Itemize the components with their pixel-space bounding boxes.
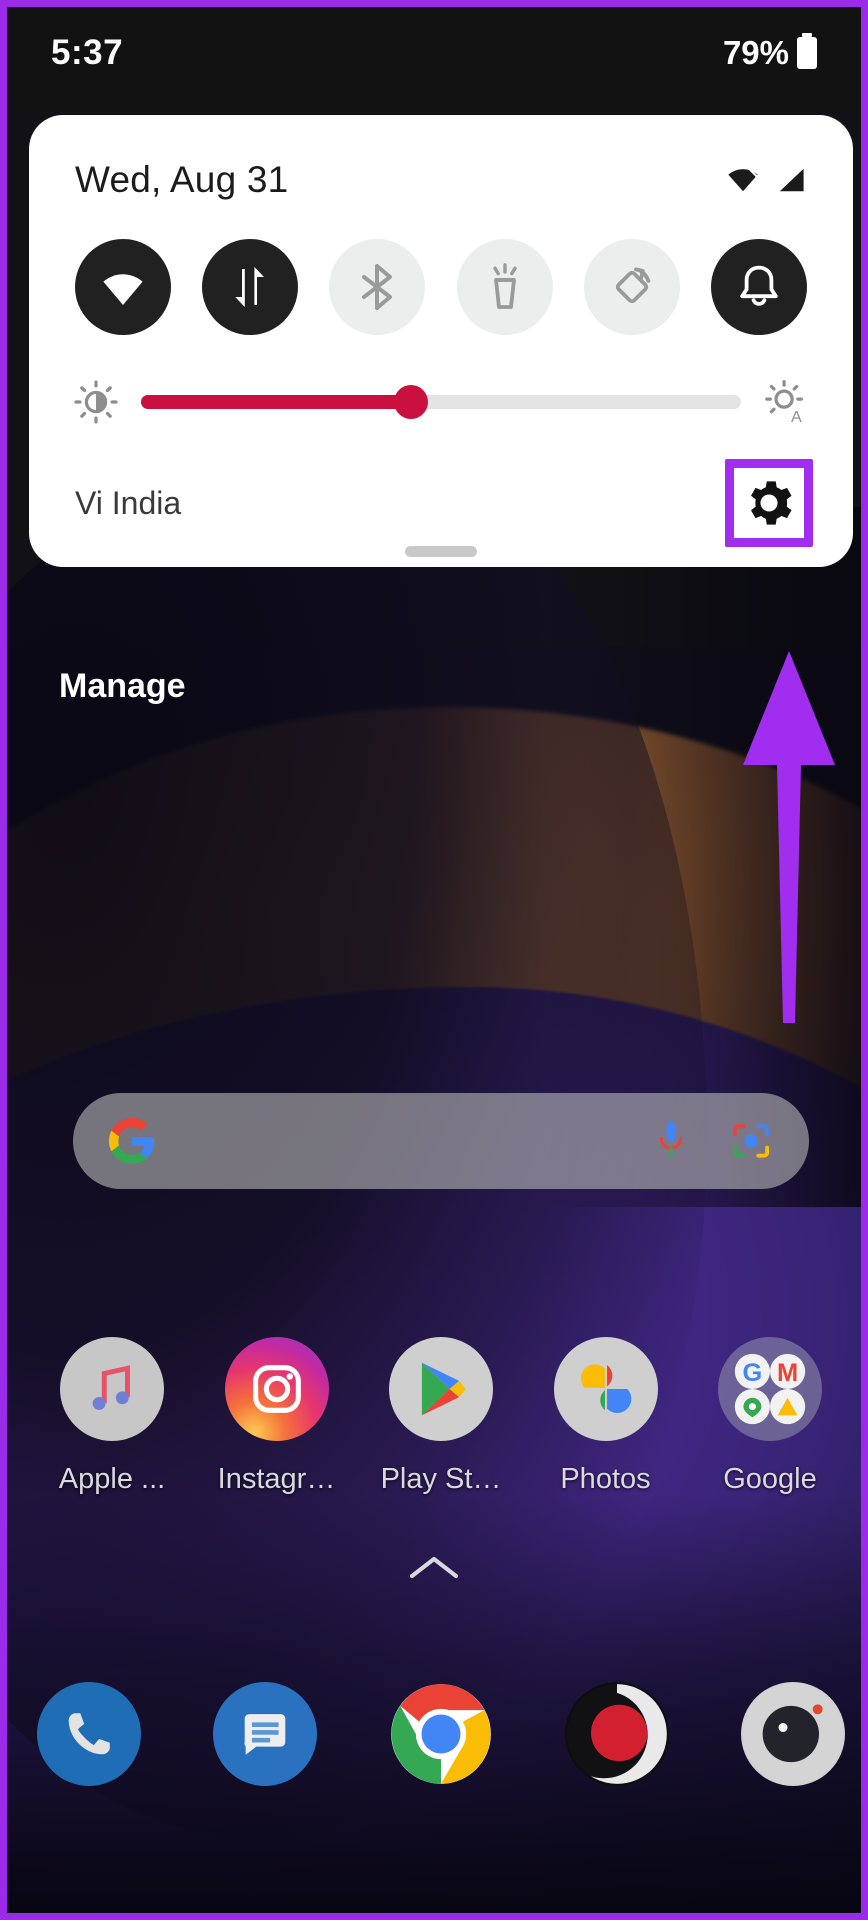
app-label: Play St…	[380, 1463, 502, 1495]
phone-icon[interactable]	[37, 1682, 141, 1786]
brightness-auto-icon: A	[765, 380, 803, 425]
wifi-icon	[103, 274, 143, 305]
brightness-slider[interactable]	[141, 385, 741, 419]
app-item[interactable]: Photos	[531, 1337, 681, 1496]
bell-icon	[740, 265, 778, 306]
svg-text:M: M	[777, 1359, 798, 1387]
camera-icon[interactable]	[565, 1682, 669, 1786]
signal-icon	[779, 168, 804, 192]
lens-aperture-icon	[743, 1684, 843, 1784]
photos-pinwheel-icon	[580, 1364, 631, 1414]
gallery-icon[interactable]	[741, 1682, 845, 1786]
quick-settings-header: Wed, Aug 31	[29, 115, 853, 201]
app-item[interactable]: G M Google	[695, 1337, 845, 1496]
svg-text:A: A	[791, 408, 802, 425]
chrome-icon[interactable]	[389, 1682, 493, 1786]
instagram-icon[interactable]	[224, 1337, 329, 1441]
app-label: Photos	[560, 1463, 651, 1495]
mobile-data-icon	[235, 267, 265, 307]
app-item[interactable]: Play St…	[366, 1337, 516, 1496]
bluetooth-icon	[362, 264, 393, 310]
folder-app-previews-icon: G M	[734, 1353, 806, 1425]
quick-settings-tiles	[29, 201, 853, 335]
play-triangle-icon	[421, 1362, 466, 1416]
app-label: Apple ...	[58, 1463, 166, 1495]
quick-settings-date: Wed, Aug 31	[75, 159, 289, 200]
auto-rotate-icon	[615, 267, 651, 304]
status-bar-right: 79%	[722, 33, 817, 72]
status-bar-time: 5:37	[51, 33, 124, 72]
brightness-low-icon	[74, 380, 118, 424]
ring-mode-tile[interactable]	[710, 239, 807, 335]
quick-settings-status-icons	[725, 166, 807, 194]
battery-percent-label: 79%	[722, 34, 789, 71]
wifi-icon	[728, 168, 759, 192]
camera-lens-icon	[567, 1684, 667, 1784]
wifi-tile[interactable]	[75, 239, 171, 335]
app-label: Google	[723, 1463, 817, 1495]
phone-screenshot: 5:37 79% Wed, Aug 31 A Vi India Manage A…	[0, 0, 868, 1920]
drag-handle[interactable]	[405, 546, 477, 557]
app-item[interactable]: Instagr…	[202, 1337, 352, 1496]
home-app-grid: Apple ... Instagr… Play St… Photos G M G…	[37, 1337, 845, 1496]
gear-icon[interactable]	[742, 476, 796, 530]
chrome-logo-icon	[391, 1684, 491, 1784]
svg-text:G: G	[743, 1359, 763, 1387]
app-label: Instagr…	[217, 1463, 336, 1495]
google-photos-icon[interactable]	[553, 1337, 658, 1441]
bluetooth-tile[interactable]	[329, 239, 426, 335]
app-item[interactable]: Apple ...	[37, 1337, 187, 1496]
instagram-glyph-icon	[252, 1365, 301, 1413]
quick-settings-footer: Vi India	[29, 425, 853, 567]
google-folder-icon[interactable]: G M	[718, 1337, 822, 1441]
microphone-icon[interactable]	[653, 1118, 689, 1164]
auto-rotate-tile[interactable]	[583, 239, 680, 335]
manage-notifications-button[interactable]: Manage	[59, 667, 186, 706]
apple-music-icon[interactable]	[60, 1337, 164, 1441]
quick-settings-panel: Wed, Aug 31 A Vi India	[29, 115, 853, 567]
home-dock	[37, 1682, 845, 1786]
play-store-icon[interactable]	[389, 1337, 493, 1441]
brightness-slider-thumb[interactable]	[394, 385, 428, 419]
mobile-data-tile[interactable]	[202, 239, 299, 335]
google-search-bar[interactable]	[73, 1093, 809, 1189]
google-g-icon	[109, 1118, 155, 1164]
flashlight-icon	[492, 263, 517, 309]
music-note-icon	[92, 1365, 130, 1410]
messages-icon[interactable]	[213, 1682, 317, 1786]
chevron-up-icon[interactable]	[408, 1552, 460, 1584]
purple-up-arrow-annotation	[743, 651, 835, 1023]
battery-icon	[797, 33, 817, 69]
phone-handset-icon	[68, 1713, 110, 1755]
settings-button-highlight[interactable]	[725, 459, 813, 547]
google-lens-icon[interactable]	[729, 1119, 773, 1163]
flashlight-tile[interactable]	[456, 239, 553, 335]
status-bar: 5:37 79%	[7, 7, 861, 99]
search-bar-actions	[653, 1118, 773, 1164]
brightness-row: A	[29, 335, 853, 425]
brightness-slider-fill	[141, 395, 411, 409]
carrier-label: Vi India	[75, 484, 182, 521]
message-bubble-icon	[244, 1714, 286, 1755]
